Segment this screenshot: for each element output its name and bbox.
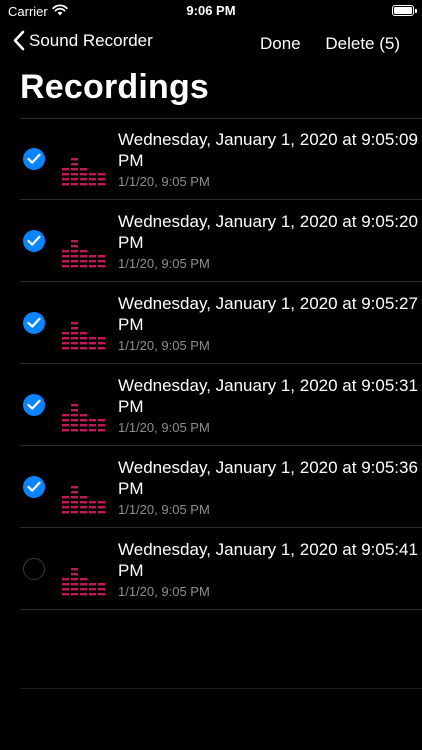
waveform-icon [62, 393, 108, 438]
selection-checkbox[interactable] [23, 558, 45, 580]
waveform-icon [62, 311, 108, 356]
page-title: Recordings [20, 68, 210, 106]
recording-row[interactable]: Wednesday, January 1, 2020 at 9:05:41 PM… [20, 528, 422, 610]
checkmark-icon [27, 235, 41, 246]
navigation-bar: Sound Recorder Done Delete (5) [0, 26, 422, 62]
nav-actions: Done Delete (5) [260, 34, 400, 54]
recording-title: Wednesday, January 1, 2020 at 9:05:36 PM [118, 458, 418, 498]
selection-checkbox[interactable] [23, 148, 45, 170]
status-bar: Carrier 9:06 PM [0, 0, 422, 22]
recording-title: Wednesday, January 1, 2020 at 9:05:20 PM [118, 212, 418, 252]
battery-icon [392, 5, 417, 16]
recording-date: 1/1/20, 9:05 PM [118, 502, 210, 517]
delete-button[interactable]: Delete (5) [325, 34, 400, 53]
done-button[interactable]: Done [260, 34, 301, 53]
recording-title: Wednesday, January 1, 2020 at 9:05:31 PM [118, 376, 418, 416]
recording-row[interactable]: Wednesday, January 1, 2020 at 9:05:20 PM… [20, 200, 422, 282]
recording-title: Wednesday, January 1, 2020 at 9:05:41 PM [118, 540, 418, 580]
selection-checkbox[interactable] [23, 394, 45, 416]
selection-checkbox[interactable] [23, 230, 45, 252]
checkmark-icon [27, 317, 41, 328]
recording-date: 1/1/20, 9:05 PM [118, 584, 210, 599]
waveform-icon [62, 475, 108, 520]
checkmark-icon [27, 481, 41, 492]
recording-row[interactable]: Wednesday, January 1, 2020 at 9:05:09 PM… [20, 118, 422, 200]
recording-date: 1/1/20, 9:05 PM [118, 338, 210, 353]
recording-date: 1/1/20, 9:05 PM [118, 174, 210, 189]
checkmark-icon [27, 399, 41, 410]
selection-checkbox[interactable] [23, 476, 45, 498]
chevron-left-icon [13, 30, 25, 51]
selection-checkbox[interactable] [23, 312, 45, 334]
recording-date: 1/1/20, 9:05 PM [118, 256, 210, 271]
recording-title: Wednesday, January 1, 2020 at 9:05:09 PM [118, 130, 418, 170]
recording-date: 1/1/20, 9:05 PM [118, 420, 210, 435]
waveform-icon [62, 147, 108, 192]
checkmark-icon [27, 153, 41, 164]
divider [20, 688, 422, 689]
recording-title: Wednesday, January 1, 2020 at 9:05:27 PM [118, 294, 418, 334]
waveform-icon [62, 229, 108, 274]
waveform-icon [62, 557, 108, 602]
recording-row[interactable]: Wednesday, January 1, 2020 at 9:05:31 PM… [20, 364, 422, 446]
recording-row[interactable]: Wednesday, January 1, 2020 at 9:05:27 PM… [20, 282, 422, 364]
back-button-label: Sound Recorder [29, 30, 153, 50]
recording-row[interactable]: Wednesday, January 1, 2020 at 9:05:36 PM… [20, 446, 422, 528]
recordings-list: Wednesday, January 1, 2020 at 9:05:09 PM… [0, 118, 422, 610]
back-button[interactable]: Sound Recorder [12, 30, 153, 51]
status-time: 9:06 PM [186, 3, 236, 18]
